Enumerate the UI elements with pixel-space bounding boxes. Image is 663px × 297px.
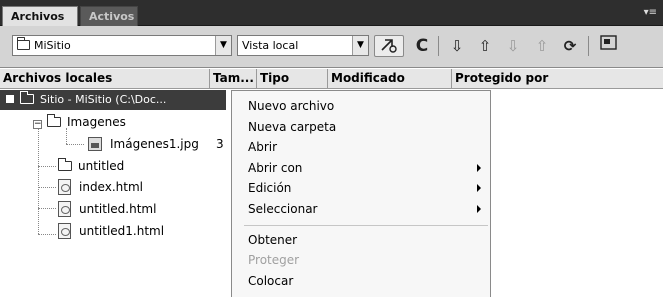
toolbar-separator	[588, 36, 589, 56]
chevron-down-icon[interactable]: ▼	[215, 36, 231, 55]
context-menu: Nuevo archivo Nueva carpeta Abrir Abrir …	[231, 90, 491, 297]
tab-archivos[interactable]: Archivos	[2, 6, 78, 26]
site-root-label: Sitio - MiSitio (C:\Doc...	[40, 93, 167, 106]
file-name: untitled	[78, 159, 125, 173]
menu-item-edit[interactable]: Edición	[248, 178, 291, 198]
view-select[interactable]: Vista local ▼	[237, 35, 369, 56]
checkin-icon[interactable]: ⇧	[531, 35, 553, 57]
files-toolbar: MiSitio ▼ Vista local ▼ C ⇩ ⇧ ⇩ ⇧ ⟳	[0, 26, 663, 68]
file-name: Imagenes	[67, 115, 126, 129]
tree-row-imagenes1-jpg[interactable]: Imágenes1.jpg	[88, 134, 199, 155]
html-file-icon	[58, 179, 71, 195]
folder-icon	[20, 91, 34, 104]
tree-row-untitled1-html[interactable]: untitled1.html	[58, 221, 164, 242]
collapse-icon[interactable]	[6, 95, 14, 103]
folder-icon	[58, 158, 72, 171]
tree-guide	[38, 166, 56, 167]
file-name: Imágenes1.jpg	[110, 137, 199, 151]
menu-item-open[interactable]: Abrir	[248, 137, 277, 157]
folder-icon	[47, 114, 61, 127]
connect-icon[interactable]	[374, 35, 404, 57]
panel-options-icon[interactable]: ▾≡	[644, 7, 657, 18]
column-header-modified[interactable]: Modificado	[328, 69, 452, 89]
file-name: untitled1.html	[79, 224, 165, 238]
tree-row-index-html[interactable]: index.html	[58, 177, 143, 198]
sync-icon[interactable]: ⟳	[559, 35, 581, 57]
column-header-size[interactable]: Tam...	[210, 69, 257, 89]
file-name: index.html	[79, 180, 143, 194]
folder-icon	[17, 37, 30, 50]
checkout-icon[interactable]: ⇩	[502, 35, 524, 57]
menu-item-new-folder[interactable]: Nueva carpeta	[248, 117, 336, 137]
get-icon[interactable]: ⇩	[446, 35, 468, 57]
tab-activos[interactable]: Activos	[80, 6, 138, 26]
menu-item-put[interactable]: Colocar	[248, 271, 293, 291]
column-header-type[interactable]: Tipo	[257, 69, 328, 89]
put-icon[interactable]: ⇧	[474, 35, 496, 57]
file-name: untitled.html	[79, 202, 157, 216]
menu-item-select[interactable]: Seleccionar	[248, 199, 317, 219]
column-header-checked-out-by[interactable]: Protegido por	[452, 69, 663, 89]
toolbar-separator	[438, 36, 439, 56]
image-file-icon	[88, 137, 102, 151]
tree-row-untitled-html[interactable]: untitled.html	[58, 199, 156, 220]
tree-guide	[38, 187, 56, 188]
file-size: 3	[216, 137, 224, 151]
html-file-icon	[58, 223, 71, 239]
expand-icon[interactable]	[598, 35, 620, 57]
menu-item-check-in[interactable]: Proteger	[248, 250, 299, 270]
menu-item-get[interactable]: Obtener	[248, 230, 297, 250]
collapse-icon[interactable]: −	[33, 120, 42, 129]
tree-guide	[38, 128, 39, 234]
column-header-bar: Archivos locales Tam... Tipo Modificado …	[0, 69, 663, 89]
view-select-value: Vista local	[242, 39, 299, 52]
submenu-arrow-icon	[477, 205, 481, 213]
menu-item-open-with[interactable]: Abrir con	[248, 158, 302, 178]
tree-row-imagenes[interactable]: − Imagenes	[33, 112, 126, 133]
tree-guide	[38, 234, 56, 235]
panel-tab-strip: Archivos Activos ▾≡	[0, 0, 663, 26]
tree-guide	[38, 208, 56, 209]
site-root-row[interactable]: Sitio - MiSitio (C:\Doc...	[0, 90, 226, 110]
tree-guide	[66, 144, 84, 145]
tree-row-untitled-folder[interactable]: untitled	[58, 156, 124, 177]
site-select[interactable]: MiSitio ▼	[12, 35, 232, 56]
refresh-icon[interactable]: C	[411, 35, 433, 57]
submenu-arrow-icon	[477, 184, 481, 192]
column-header-local-files[interactable]: Archivos locales	[0, 69, 210, 89]
site-select-value: MiSitio	[34, 39, 71, 52]
chevron-down-icon[interactable]: ▼	[352, 36, 368, 55]
submenu-arrow-icon	[477, 164, 481, 172]
menu-separator	[244, 225, 488, 226]
menu-item-new-file[interactable]: Nuevo archivo	[248, 96, 334, 116]
html-file-icon	[58, 201, 71, 217]
